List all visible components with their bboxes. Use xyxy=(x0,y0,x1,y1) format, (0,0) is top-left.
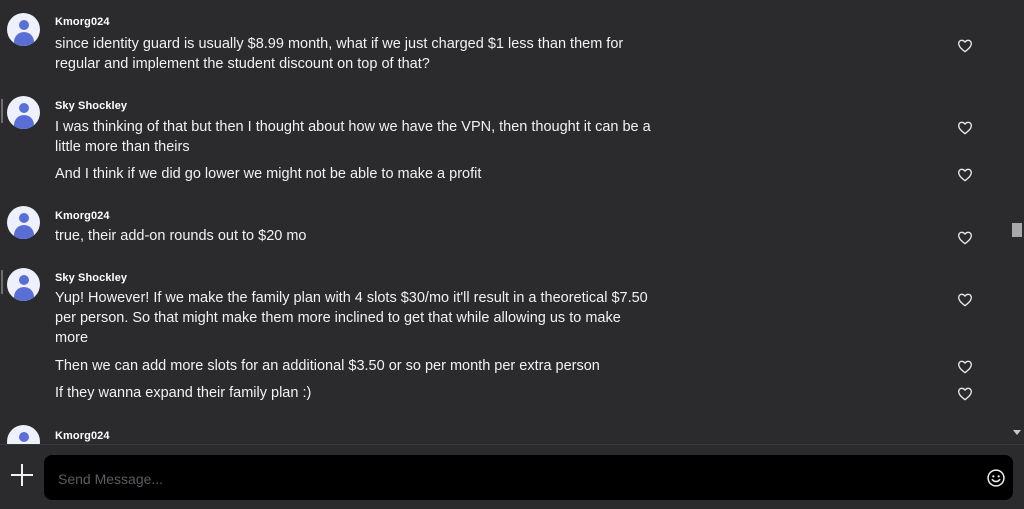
user-avatar-icon[interactable] xyxy=(7,268,40,301)
heart-icon[interactable] xyxy=(957,292,973,308)
user-avatar-icon[interactable] xyxy=(7,96,40,129)
message-composer xyxy=(0,444,1024,509)
message-author[interactable]: Kmorg024 xyxy=(55,16,110,28)
message-list: Kmorg024 since identity guard is usually… xyxy=(0,0,1010,444)
user-avatar-icon[interactable] xyxy=(7,425,40,444)
message-accent-bar xyxy=(1,270,3,294)
message-text: Then we can add more slots for an additi… xyxy=(55,358,600,374)
message-input-box[interactable] xyxy=(44,455,1013,502)
heart-icon[interactable] xyxy=(957,120,973,136)
heart-icon[interactable] xyxy=(957,38,973,54)
message-accent-bar xyxy=(1,99,3,123)
message-author[interactable]: Sky Shockley xyxy=(55,272,127,284)
heart-icon[interactable] xyxy=(957,386,973,402)
add-attachment-button[interactable] xyxy=(10,463,34,487)
message-author[interactable]: Kmorg024 xyxy=(55,430,110,442)
message-text: If they wanna expand their family plan :… xyxy=(55,385,312,401)
message-author[interactable]: Sky Shockley xyxy=(55,100,127,112)
user-avatar-icon[interactable] xyxy=(7,13,40,46)
heart-icon[interactable] xyxy=(957,359,973,375)
message-text: And I think if we did go lower we might … xyxy=(55,166,482,182)
scrollbar-thumb[interactable] xyxy=(1012,223,1022,237)
scroll-down-arrow-icon[interactable] xyxy=(1013,430,1021,435)
scrollbar[interactable] xyxy=(1010,0,1024,444)
message-text: Yup! However! If we make the family plan… xyxy=(55,290,648,346)
message-text: since identity guard is usually $8.99 mo… xyxy=(55,36,624,72)
heart-icon[interactable] xyxy=(957,230,973,246)
smiley-icon[interactable] xyxy=(986,468,1006,488)
heart-icon[interactable] xyxy=(957,167,973,183)
message-input[interactable] xyxy=(56,455,960,502)
user-avatar-icon[interactable] xyxy=(7,206,40,239)
message-text: true, their add-on rounds out to $20 mo xyxy=(55,228,307,244)
message-author[interactable]: Kmorg024 xyxy=(55,210,110,222)
message-text: I was thinking of that but then I though… xyxy=(55,119,651,155)
